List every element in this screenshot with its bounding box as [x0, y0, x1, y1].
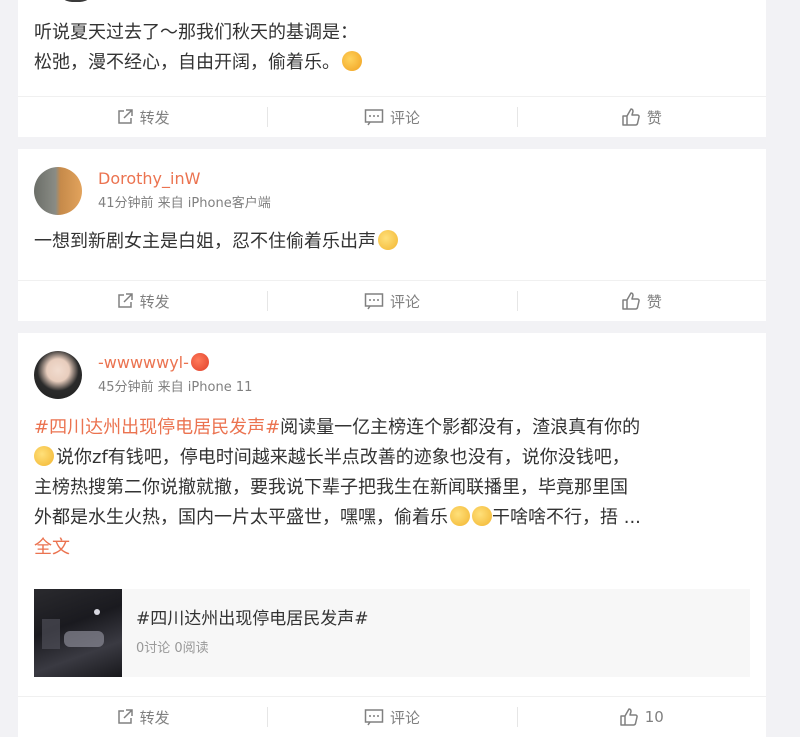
cry-emoji-icon — [450, 506, 470, 526]
repost-icon — [117, 109, 133, 124]
post-meta: 41分钟前 来自 iPhone客户端 — [98, 196, 271, 211]
thumbs-up-icon — [622, 108, 640, 126]
avatar[interactable] — [34, 167, 82, 215]
topic-link[interactable]: #四川达州出现停电居民发声# — [34, 417, 280, 438]
post-card-1: 听说夏天过去了～那我们秋天的基调是： 松弛，漫不经心，自由开阔，偷着乐。 转发 … — [18, 0, 766, 137]
thumbs-up-icon — [620, 708, 638, 726]
repost-button[interactable]: 转发 — [18, 281, 267, 321]
post-line: 外都是水生火热，国内一片太平盛世，嘿嘿，偷着乐 干啥啥不行，捂 ... — [34, 506, 641, 528]
action-bar: 转发 评论 10 — [18, 696, 766, 737]
comment-button[interactable]: 评论 — [267, 281, 516, 321]
like-button[interactable]: 赞 — [516, 97, 766, 137]
post-card-3: -wwwwwyl- 45分钟前 来自 iPhone 11 #四川达州出现停电居民… — [18, 333, 766, 737]
like-count: 10 — [644, 708, 664, 726]
topic-stats: 0讨论 0阅读 — [136, 641, 209, 656]
post-line: 说你zf有钱吧，停电时间越来越长半点改善的迹象也没有，说你没钱吧， — [34, 443, 750, 473]
repost-icon — [117, 709, 133, 724]
topic-thumbnail — [34, 589, 122, 677]
post-text: 一想到新剧女主是白姐，忍不住偷着乐出声 — [34, 227, 750, 257]
repost-icon — [117, 293, 133, 308]
post-author: -wwwwwyl- 45分钟前 来自 iPhone 11 — [18, 333, 766, 399]
emoji-icon — [342, 51, 362, 71]
author-name[interactable]: -wwwwwyl- — [98, 352, 252, 374]
comment-button[interactable]: 评论 — [267, 697, 516, 737]
full-text-link[interactable]: 全文 — [34, 537, 70, 558]
cry-emoji-icon — [34, 446, 54, 466]
repost-button[interactable]: 转发 — [18, 97, 267, 137]
post-card-2: Dorothy_inW 41分钟前 来自 iPhone客户端 一想到新剧女主是白… — [18, 149, 766, 321]
repost-button[interactable]: 转发 — [18, 697, 267, 737]
comment-icon — [364, 109, 384, 126]
avatar[interactable] — [34, 351, 82, 399]
topic-card[interactable]: #四川达州出现停电居民发声# 0讨论 0阅读 — [34, 589, 750, 677]
emoji-icon — [378, 230, 398, 250]
emoji-icon — [190, 353, 209, 371]
comment-icon — [364, 709, 384, 726]
post-line: 全文 — [34, 533, 750, 563]
author-name[interactable]: Dorothy_inW — [98, 168, 271, 190]
thumbs-up-icon — [622, 292, 640, 310]
action-bar: 转发 评论 赞 — [18, 96, 766, 137]
post-meta: 45分钟前 来自 iPhone 11 — [98, 380, 253, 395]
post-author: Dorothy_inW 41分钟前 来自 iPhone客户端 — [18, 149, 766, 215]
topic-title: #四川达州出现停电居民发声# — [136, 609, 369, 629]
cry-emoji-icon — [472, 506, 492, 526]
comment-button[interactable]: 评论 — [267, 97, 516, 137]
comment-icon — [364, 293, 384, 310]
like-button[interactable]: 10 — [516, 697, 766, 737]
post-text: 听说夏天过去了～那我们秋天的基调是： 松弛，漫不经心，自由开阔，偷着乐。 — [34, 18, 750, 78]
post-line: 主榜热搜第二你说撤就撤，要我说下辈子把我生在新闻联播里，毕竟那里国 — [34, 477, 628, 498]
action-bar: 转发 评论 赞 — [18, 280, 766, 321]
post-line: 松弛，漫不经心，自由开阔，偷着乐。 — [34, 48, 750, 78]
like-button[interactable]: 赞 — [516, 281, 766, 321]
post-line: #四川达州出现停电居民发声#阅读量一亿主榜连个影都没有，渣浪真有你的 — [34, 417, 641, 438]
post-text: #四川达州出现停电居民发声#阅读量一亿主榜连个影都没有，渣浪真有你的 说你zf有… — [34, 413, 750, 563]
post-line: 听说夏天过去了～那我们秋天的基调是： — [34, 22, 358, 43]
